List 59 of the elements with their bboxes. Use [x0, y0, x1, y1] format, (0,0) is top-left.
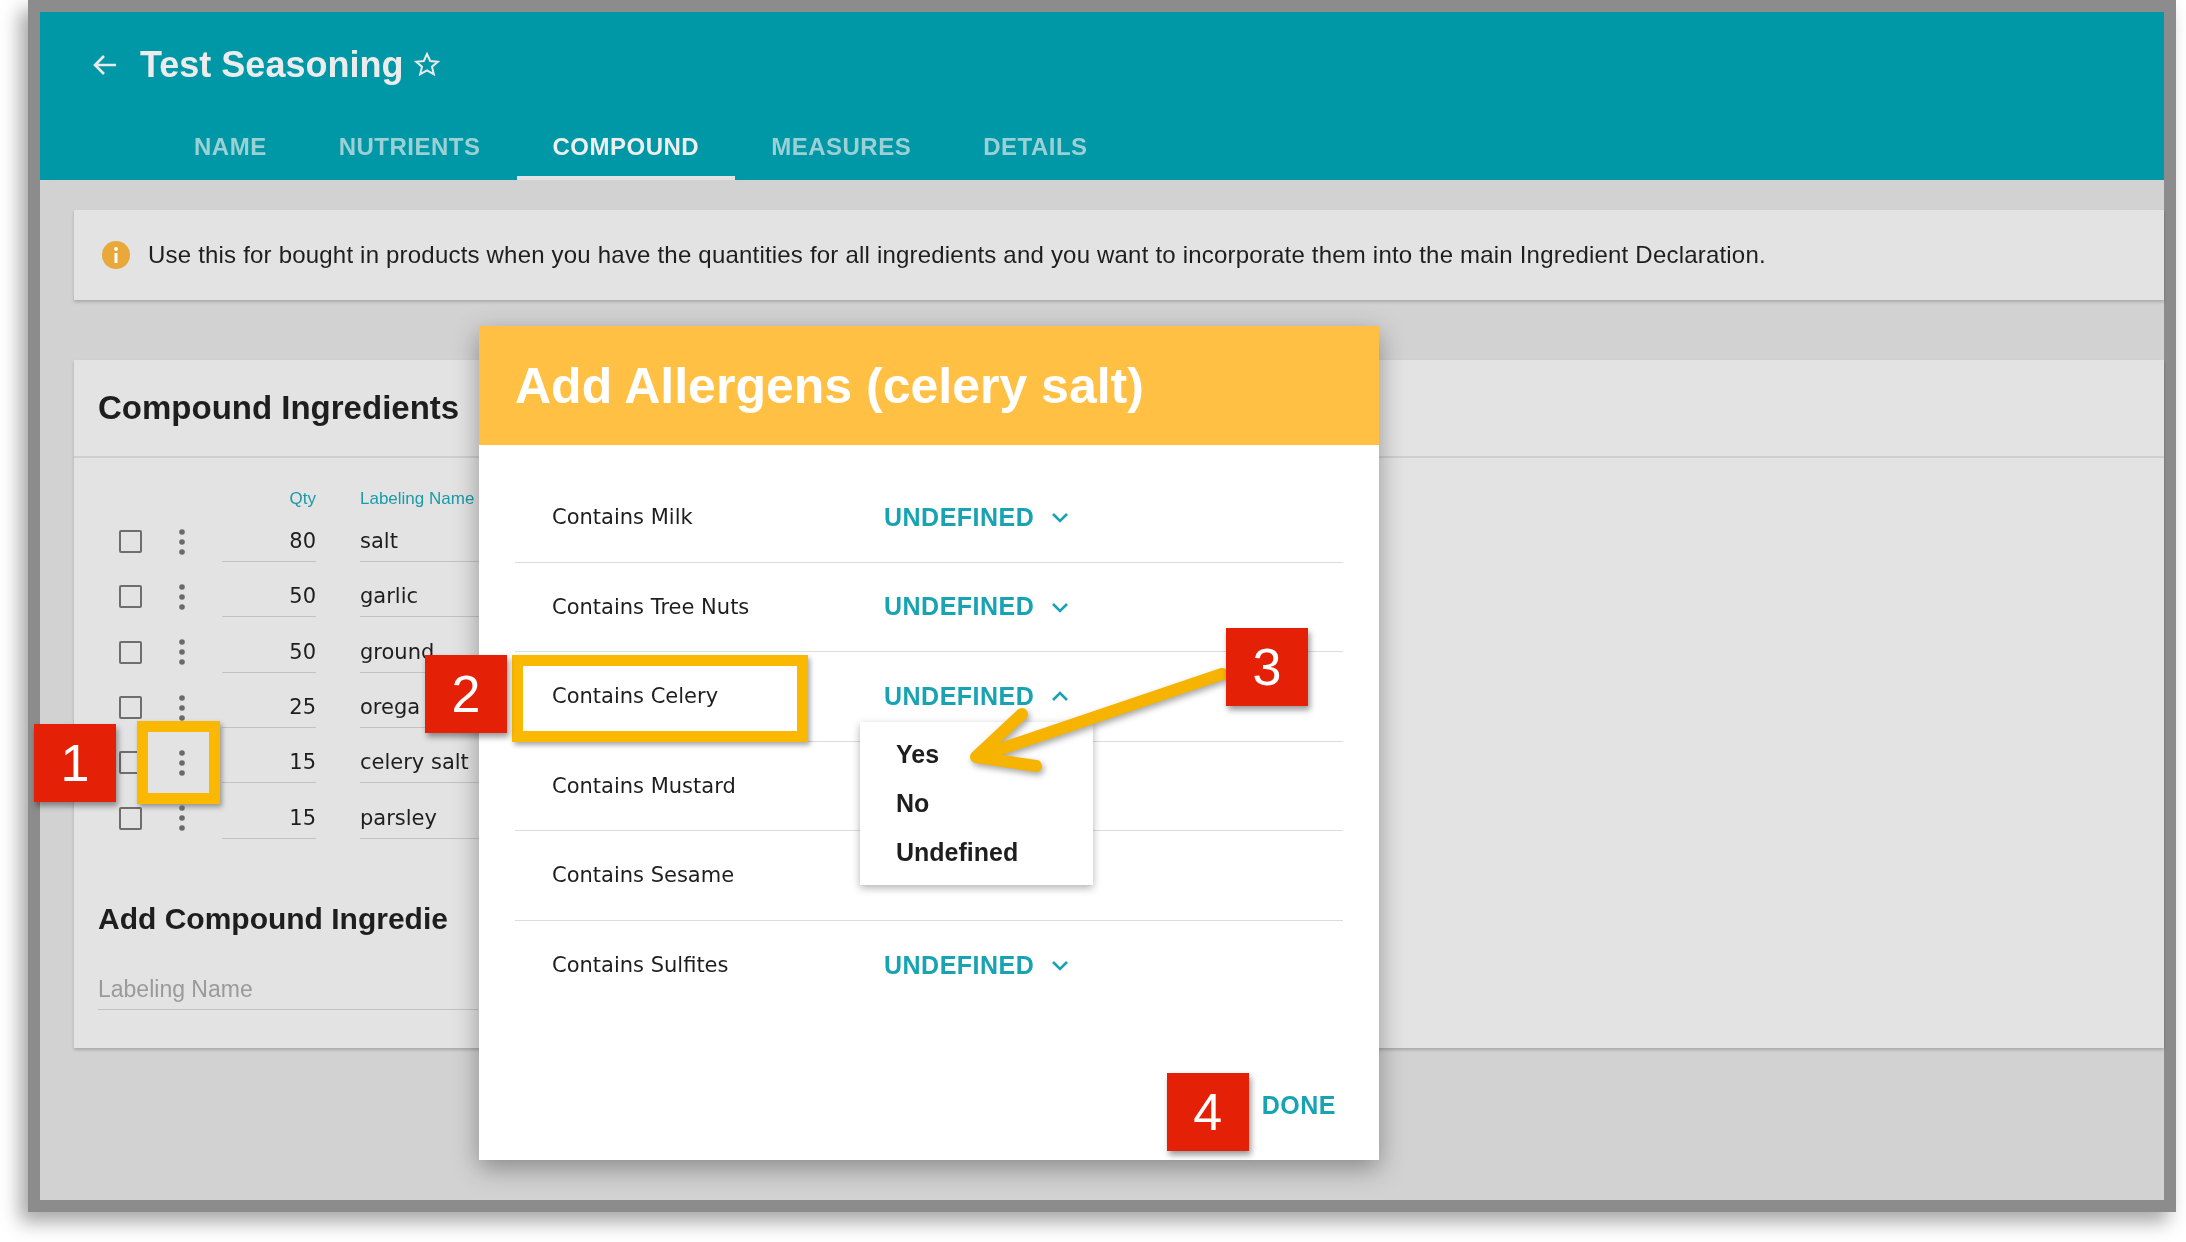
back-arrow-icon	[92, 52, 118, 77]
allergen-label: Contains Mustard	[552, 773, 736, 798]
allergen-dropdown[interactable]: UNDEFINED	[884, 502, 1071, 532]
checkbox[interactable]	[119, 640, 142, 664]
labeling-name-input[interactable]: Labeling Name	[98, 969, 478, 1010]
info-icon	[102, 241, 130, 269]
more-vertical-icon	[179, 805, 185, 832]
more-vertical-icon	[179, 694, 185, 721]
step-number-badge: 1	[34, 724, 116, 803]
allergen-label: Contains Sesame	[552, 863, 735, 888]
checkbox[interactable]	[119, 696, 142, 720]
allergen-dropdown[interactable]: UNDEFINED	[884, 592, 1071, 622]
checkbox[interactable]	[119, 530, 142, 554]
quantity-field[interactable]: 15	[222, 742, 316, 784]
tab[interactable]: MEASURES	[735, 117, 948, 180]
more-vertical-icon	[179, 583, 185, 610]
star-icon	[413, 50, 442, 79]
step-number-badge: 3	[1226, 628, 1308, 706]
checkbox[interactable]	[119, 806, 142, 830]
row-menu-button[interactable]	[179, 749, 185, 776]
quantity-field[interactable]: 15	[222, 797, 316, 839]
column-header: Labeling Name	[360, 489, 476, 509]
allergen-label: Contains Sulfites	[552, 953, 729, 978]
quantity-field[interactable]: 50	[222, 576, 316, 618]
section-title: Add Compound Ingredie	[98, 901, 449, 936]
dialog-title: Add Allergens (celery salt)	[515, 356, 1144, 415]
row-menu-button[interactable]	[179, 694, 185, 721]
row-menu-button[interactable]	[179, 639, 185, 666]
page-title: Test Seasoning	[140, 43, 404, 86]
info-text: Use this for bought in products when you have the quantities for all ingredients and you want to incorporate them into the main Ingredient Declaration.	[148, 241, 1766, 269]
tab[interactable]: DETAILS	[947, 117, 1124, 180]
back-button[interactable]	[92, 52, 118, 77]
tab[interactable]: NAME	[158, 117, 303, 180]
step-number-badge: 2	[425, 655, 507, 733]
more-vertical-icon	[179, 639, 185, 666]
more-vertical-icon	[179, 528, 185, 555]
more-vertical-icon	[179, 749, 185, 776]
column-header: Qty	[288, 489, 316, 509]
menu-option[interactable]: Yes	[860, 730, 1093, 779]
quantity-field[interactable]: 80	[222, 521, 316, 563]
row-menu-button[interactable]	[179, 583, 185, 610]
done-button[interactable]: DONE	[1261, 1081, 1336, 1130]
allergen-label: Contains Milk	[552, 505, 693, 530]
step-number-badge: 4	[1166, 1073, 1249, 1151]
allergen-dropdown[interactable]: UNDEFINED	[884, 950, 1071, 980]
allergen-label: Contains Celery	[552, 684, 719, 709]
allergen-dropdown[interactable]: UNDEFINED	[884, 681, 1071, 711]
quantity-field[interactable]: 50	[222, 631, 316, 673]
favorite-button[interactable]	[413, 50, 442, 79]
checkbox[interactable]	[119, 585, 142, 609]
menu-option[interactable]: No	[860, 779, 1093, 828]
allergen-label: Contains Tree Nuts	[552, 594, 750, 619]
tab[interactable]: NUTRIENTS	[302, 117, 517, 180]
tab[interactable]: COMPOUND	[516, 117, 736, 180]
card-title: Compound Ingredients	[98, 389, 460, 427]
row-menu-button[interactable]	[179, 528, 185, 555]
row-menu-button[interactable]	[179, 805, 185, 832]
quantity-field[interactable]: 25	[222, 687, 316, 729]
menu-option[interactable]: Undefined	[860, 828, 1093, 877]
